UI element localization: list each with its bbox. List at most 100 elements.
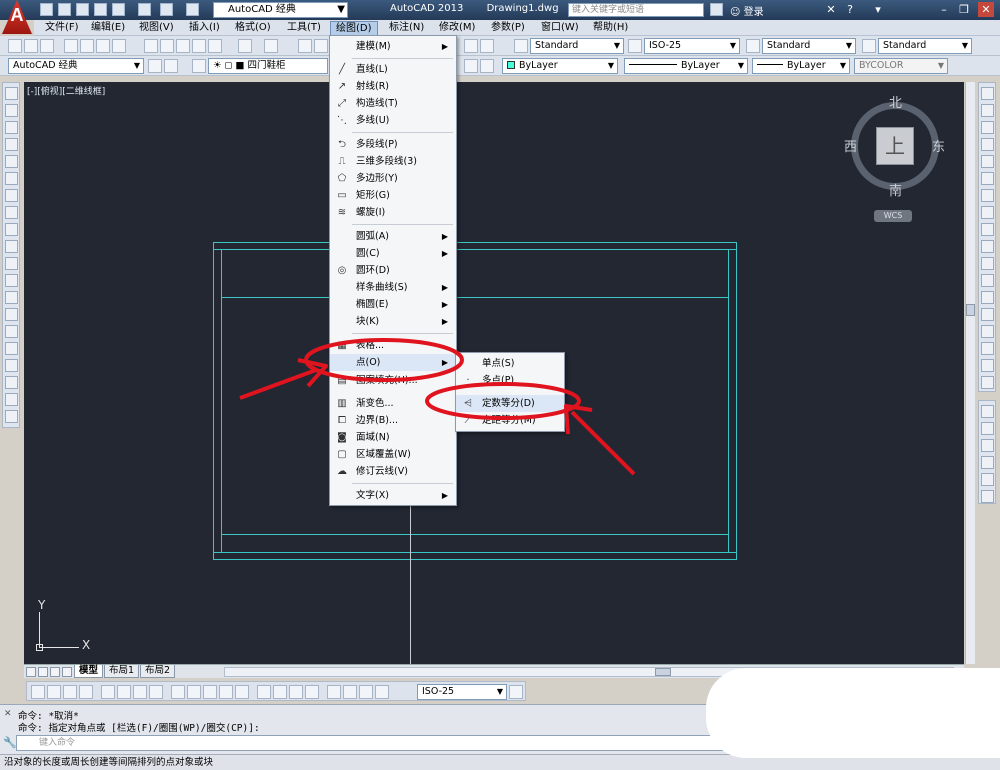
text-style-combo[interactable]: Standard ▼: [530, 38, 624, 54]
blend-icon[interactable]: [981, 342, 994, 355]
menu-item-line[interactable]: ╱ 直线(L): [330, 61, 456, 78]
menu-draw[interactable]: 绘图(D): [330, 21, 378, 36]
menu-item-arc[interactable]: 圆弧(A) ▶: [330, 228, 456, 245]
menu-item-ray[interactable]: ↗ 射线(R): [330, 78, 456, 95]
next-tab-icon[interactable]: [50, 667, 60, 677]
help-menu-icon[interactable]: ▾: [870, 2, 886, 17]
move-icon[interactable]: [981, 172, 994, 185]
autocad-logo-icon[interactable]: A: [2, 0, 32, 34]
menu-item-region[interactable]: ◙ 面域(N): [330, 429, 456, 446]
design-center-icon[interactable]: [480, 39, 494, 53]
menu-item-revcloud[interactable]: ☁ 修订云线(V): [330, 463, 456, 480]
center-mark-icon[interactable]: [273, 685, 287, 699]
vertical-scroll-thumb[interactable]: [966, 304, 975, 316]
customize-icon[interactable]: [164, 59, 178, 73]
join-icon[interactable]: [981, 291, 994, 304]
plot-icon[interactable]: [64, 39, 78, 53]
block-editor-icon[interactable]: [208, 39, 222, 53]
jogged-dim-icon[interactable]: [117, 685, 131, 699]
menu-item-donut[interactable]: ◎ 圆环(D): [330, 262, 456, 279]
horizontal-scroll-thumb[interactable]: [655, 668, 671, 676]
publish-icon[interactable]: [112, 3, 125, 16]
circle-icon[interactable]: [5, 189, 18, 202]
explode-icon[interactable]: [981, 359, 994, 372]
color-combo[interactable]: ByLayer ▼: [502, 58, 618, 74]
menu-item-measure[interactable]: ⟋ 定距等分(M): [456, 412, 564, 429]
radius-dim-icon[interactable]: [101, 685, 115, 699]
tab-layout2[interactable]: 布局2: [140, 665, 176, 678]
dim-override-icon[interactable]: [375, 685, 389, 699]
menu-item-point[interactable]: 点(O) ▶: [330, 354, 456, 371]
copy-object-icon[interactable]: [981, 104, 994, 117]
layer-properties-icon[interactable]: [192, 59, 206, 73]
workspace-settings-icon[interactable]: [148, 59, 162, 73]
continue-dim-icon[interactable]: [203, 685, 217, 699]
save-icon[interactable]: [40, 39, 54, 53]
menu-item-single-point[interactable]: 单点(S): [456, 355, 564, 372]
menu-dimension[interactable]: 标注(N): [384, 21, 429, 36]
linear-dim-icon[interactable]: [31, 685, 45, 699]
plotstyle-combo[interactable]: BYCOLOR ▼: [854, 58, 948, 74]
mtext-icon[interactable]: [5, 393, 18, 406]
trim-icon[interactable]: [981, 240, 994, 253]
menu-item-pline[interactable]: ⮌ 多段线(P): [330, 136, 456, 153]
pan-icon[interactable]: [298, 39, 312, 53]
spline-icon[interactable]: [5, 223, 18, 236]
search-icon[interactable]: [710, 3, 723, 16]
menu-file[interactable]: 文件(F): [40, 21, 84, 36]
menu-item-circle[interactable]: 圆(C) ▶: [330, 245, 456, 262]
menu-item-modeling[interactable]: 建模(M) ▶: [330, 38, 456, 55]
stretch-icon[interactable]: [981, 223, 994, 236]
3d-print-icon[interactable]: [112, 39, 126, 53]
mleader-style-icon[interactable]: [862, 39, 876, 53]
menu-item-block[interactable]: 块(K) ▶: [330, 313, 456, 330]
print-icon[interactable]: [138, 3, 151, 16]
rotate-icon[interactable]: [981, 189, 994, 202]
arc-length-icon[interactable]: [63, 685, 77, 699]
linetype-combo[interactable]: ByLayer ▼: [624, 58, 748, 74]
point-icon[interactable]: [5, 308, 18, 321]
help-button[interactable]: ?: [842, 2, 858, 17]
redo-icon[interactable]: [186, 3, 199, 16]
dim-style-icon[interactable]: [628, 39, 642, 53]
paste-icon[interactable]: [176, 39, 190, 53]
bottom-dim-style-combo[interactable]: ISO-25 ▼: [417, 684, 507, 700]
send-under-icon[interactable]: [981, 456, 994, 469]
rectangle-icon[interactable]: [5, 155, 18, 168]
publish-icon[interactable]: [96, 39, 110, 53]
join-curve-icon[interactable]: [981, 376, 994, 389]
hatch-back-icon[interactable]: [981, 490, 994, 503]
bring-front-icon[interactable]: [981, 405, 994, 418]
offset-icon[interactable]: [981, 138, 994, 151]
jogged-linear-icon[interactable]: [305, 685, 319, 699]
menu-help[interactable]: 帮助(H): [588, 21, 633, 36]
aligned-dim-icon[interactable]: [47, 685, 61, 699]
break-icon[interactable]: [981, 274, 994, 287]
insert-block-icon[interactable]: [5, 274, 18, 287]
menu-item-spline[interactable]: 样条曲线(S) ▶: [330, 279, 456, 296]
dim-style-manager-icon[interactable]: [509, 685, 523, 699]
menu-item-multiple-points[interactable]: · 多点(P): [456, 372, 564, 389]
bring-above-icon[interactable]: [981, 439, 994, 452]
close-icon[interactable]: ✕: [978, 2, 994, 17]
menu-window[interactable]: 窗口(W): [536, 21, 584, 36]
menu-item-wipeout[interactable]: ▢ 区域覆盖(W): [330, 446, 456, 463]
plot-preview-icon[interactable]: [80, 39, 94, 53]
dim-edit-icon[interactable]: [327, 685, 341, 699]
table-style-combo[interactable]: Standard ▼: [762, 38, 856, 54]
table-style-icon[interactable]: [746, 39, 760, 53]
wrench-icon[interactable]: 🔧: [3, 736, 17, 750]
open-file-icon[interactable]: [58, 3, 71, 16]
chamfer-icon[interactable]: [981, 308, 994, 321]
pline-icon[interactable]: [5, 121, 18, 134]
layer-combo[interactable]: ☀ ◻ ■ 四门鞋柜: [208, 58, 328, 74]
dim-style-combo[interactable]: ISO-25 ▼: [644, 38, 740, 54]
menu-edit[interactable]: 编辑(E): [86, 21, 130, 36]
workspace-combo[interactable]: AutoCAD 经典 ▼: [213, 2, 348, 18]
undo-icon[interactable]: [238, 39, 252, 53]
vertical-scrollbar[interactable]: [965, 82, 975, 664]
menu-item-3dpoly[interactable]: ⎍ 三维多段线(3): [330, 153, 456, 170]
extend-icon[interactable]: [981, 257, 994, 270]
new-file-icon[interactable]: [40, 3, 53, 16]
angular-dim-icon[interactable]: [149, 685, 163, 699]
